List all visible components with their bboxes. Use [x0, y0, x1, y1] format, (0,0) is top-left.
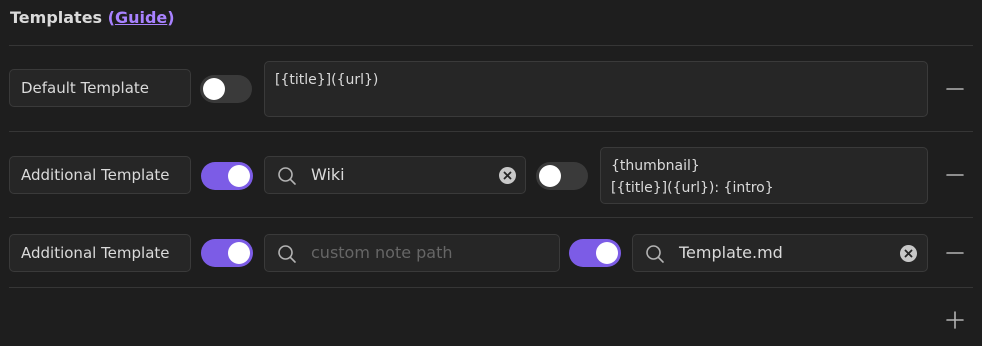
additional-template-toggle[interactable] [201, 239, 253, 267]
default-template-toggle[interactable] [200, 75, 252, 103]
search-icon [278, 167, 296, 185]
clear-icon[interactable] [900, 245, 917, 262]
note-path-field[interactable]: custom note path [264, 234, 560, 272]
toggle-knob [228, 165, 250, 187]
additional-template-toggle[interactable] [201, 162, 253, 190]
guide-link[interactable]: Guide [115, 8, 167, 27]
toggle-knob [539, 165, 561, 187]
plus-icon[interactable] [943, 308, 967, 332]
template-file-field[interactable]: Template.md [632, 234, 928, 272]
divider [9, 287, 973, 288]
section-title: Templates [10, 8, 103, 27]
search-icon [646, 245, 664, 263]
minus-icon[interactable] [943, 77, 967, 101]
templates-settings: Templates (Guide) Default Template [{tit… [0, 0, 982, 346]
clear-icon[interactable] [499, 167, 516, 184]
secondary-toggle[interactable] [536, 162, 588, 190]
search-value: Wiki [311, 165, 345, 184]
toggle-knob [228, 242, 250, 264]
template-textarea[interactable]: {thumbnail} [{title}]({url}): {intro} [600, 147, 928, 204]
divider [9, 131, 973, 132]
template-label: Default Template [9, 69, 191, 107]
minus-icon[interactable] [943, 163, 967, 187]
template-label: Additional Template [9, 234, 191, 272]
template-textarea[interactable]: [{title}]({url}) [264, 61, 928, 117]
search-icon [278, 245, 296, 263]
divider [9, 217, 973, 218]
toggle-knob [203, 78, 225, 100]
section-heading: Templates (Guide) [10, 8, 175, 27]
template-row-additional-1: Additional Template Wiki {thumbnail} [{t… [9, 147, 973, 204]
search-field[interactable]: Wiki [264, 156, 526, 194]
template-label: Additional Template [9, 156, 191, 194]
divider [9, 45, 973, 46]
template-file-value: Template.md [679, 243, 783, 262]
secondary-toggle[interactable] [569, 239, 621, 267]
minus-icon[interactable] [943, 241, 967, 265]
note-path-placeholder: custom note path [311, 243, 453, 262]
template-row-additional-2: Additional Template custom note path Tem… [9, 234, 973, 272]
toggle-knob [596, 242, 618, 264]
template-row-default: Default Template [{title}]({url}) [9, 61, 973, 117]
